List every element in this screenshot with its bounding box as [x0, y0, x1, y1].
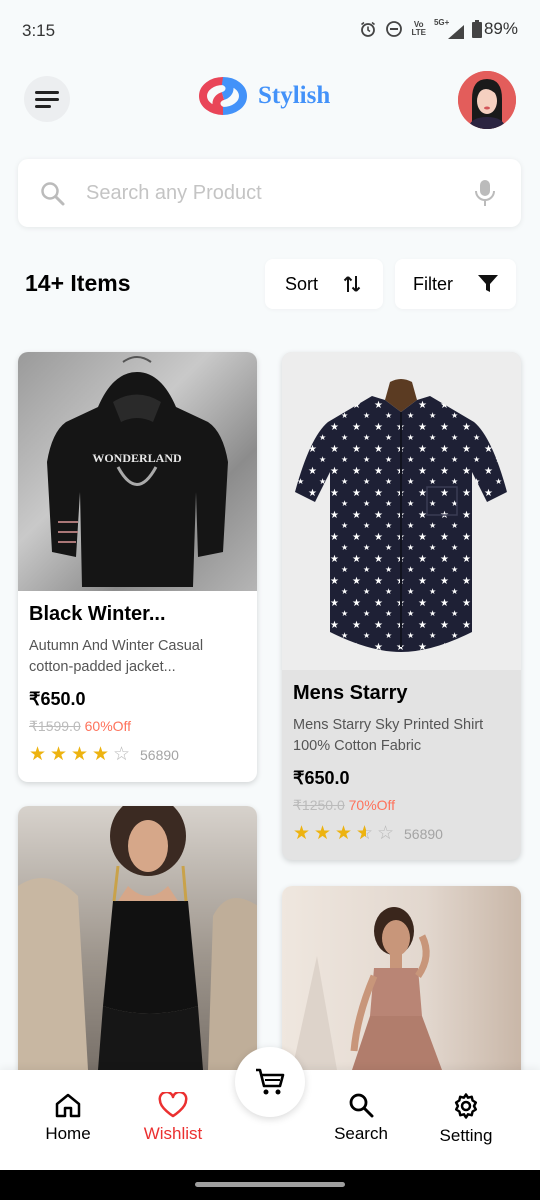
- filter-button[interactable]: Filter: [395, 259, 516, 309]
- star-icon: ★: [92, 744, 110, 765]
- home-icon: [55, 1093, 81, 1118]
- product-image: [18, 806, 257, 1106]
- sort-icon: [343, 276, 361, 292]
- gear-icon: [454, 1093, 478, 1119]
- product-info: Mens Starry Mens Starry Sky Printed Shir…: [282, 682, 521, 843]
- product-price: ₹650.0: [29, 689, 86, 709]
- avatar-icon: [458, 71, 516, 129]
- nav-search[interactable]: Search: [311, 1092, 411, 1144]
- price-row: ₹1250.0 70%Off: [293, 797, 510, 814]
- shirt-image: ★ ★: [295, 379, 507, 652]
- sort-label: Sort: [285, 273, 319, 294]
- volte-indicator: Vo LTE: [411, 20, 426, 37]
- gesture-handle[interactable]: [195, 1182, 345, 1187]
- logo-icon: [199, 77, 247, 115]
- nav-wishlist[interactable]: Wishlist: [123, 1092, 223, 1144]
- black-dress-photo: [18, 806, 257, 1070]
- nav-home-label: Home: [45, 1124, 91, 1143]
- signal-icon: [447, 25, 464, 39]
- product-name: Black Winter...: [29, 603, 166, 625]
- product-card[interactable]: ★ ★ Mens Starry Mens Starry Sky Printed …: [282, 352, 521, 860]
- rating-count: 56890: [140, 746, 179, 763]
- price-row: ₹1599.0 60%Off: [29, 718, 246, 735]
- cart-icon: [256, 1068, 285, 1095]
- search-icon: [349, 1093, 374, 1118]
- menu-button[interactable]: [24, 76, 70, 122]
- discount-label: 70%Off: [348, 797, 396, 813]
- star-icon: ★: [293, 823, 311, 844]
- brand-logo: Stylish: [198, 76, 330, 116]
- filter-icon: [478, 275, 498, 292]
- star-icon: ★: [50, 744, 68, 765]
- svg-text:WONDERLAND: WONDERLAND: [92, 451, 182, 465]
- status-bar: 3:15 Vo LTE 5G+ 89%: [0, 0, 540, 62]
- nav-home[interactable]: Home: [18, 1092, 118, 1144]
- product-description: Autumn And Winter Casual cotton-padded j…: [29, 638, 204, 675]
- star-outline-icon: ☆: [377, 823, 395, 844]
- battery-icon: [471, 20, 482, 38]
- discount-label: 60%Off: [84, 718, 132, 734]
- items-count: 14+ Items: [25, 270, 131, 296]
- original-price: ₹1250.0: [293, 797, 345, 813]
- search-icon: [41, 182, 65, 206]
- filter-label: Filter: [413, 273, 453, 294]
- do-not-disturb-icon: [386, 21, 403, 37]
- status-time: 3:15: [22, 21, 56, 40]
- product-card[interactable]: WONDERLAND Black Winter... Autumn And Wi…: [18, 352, 257, 782]
- cart-button[interactable]: [235, 1047, 305, 1117]
- product-info: Black Winter... Autumn And Winter Casual…: [18, 603, 257, 764]
- product-image: ★ ★: [282, 352, 521, 670]
- brand-name: Stylish: [258, 82, 331, 109]
- star-icon: ★: [29, 744, 47, 765]
- product-image: WONDERLAND: [18, 352, 257, 591]
- product-price: ₹650.0: [293, 768, 350, 788]
- hamburger-icon: [35, 91, 59, 108]
- sort-button[interactable]: Sort: [265, 259, 383, 309]
- nav-search-label: Search: [334, 1124, 388, 1143]
- rating-row: ★ ★ ★ ★ ☆ 56890: [29, 745, 246, 764]
- rating-count: 56890: [404, 825, 443, 842]
- product-card[interactable]: [18, 806, 257, 1106]
- nav-setting[interactable]: Setting: [416, 1092, 516, 1146]
- signal-indicator: 5G+: [434, 19, 464, 39]
- app-bar: Stylish: [0, 62, 540, 142]
- status-icons: Vo LTE 5G+ 89%: [359, 19, 518, 39]
- heart-icon: [158, 1092, 188, 1118]
- hoodie-image: WONDERLAND: [47, 356, 228, 587]
- original-price: ₹1599.0: [29, 718, 81, 734]
- star-half-icon: ☆ ★: [356, 823, 374, 844]
- battery-level: 89%: [483, 19, 518, 38]
- product-description: Mens Starry Sky Printed Shirt 100% Cotto…: [293, 717, 484, 754]
- microphone-icon[interactable]: [474, 178, 496, 208]
- star-icon: ★: [71, 744, 89, 765]
- star-outline-icon: ☆: [113, 744, 131, 765]
- star-icon: ★: [335, 823, 353, 844]
- search-bar: [18, 159, 521, 227]
- nav-wishlist-label: Wishlist: [143, 1124, 203, 1143]
- user-avatar[interactable]: [458, 71, 516, 129]
- alarm-icon: [361, 21, 376, 37]
- product-name: Mens Starry: [293, 682, 408, 704]
- search-input[interactable]: [86, 173, 466, 213]
- system-navigation-bar: [0, 1170, 540, 1200]
- star-icon: ★: [314, 823, 332, 844]
- nav-setting-label: Setting: [439, 1126, 493, 1145]
- rating-row: ★ ★ ★ ☆ ★ ☆ 56890: [293, 824, 510, 843]
